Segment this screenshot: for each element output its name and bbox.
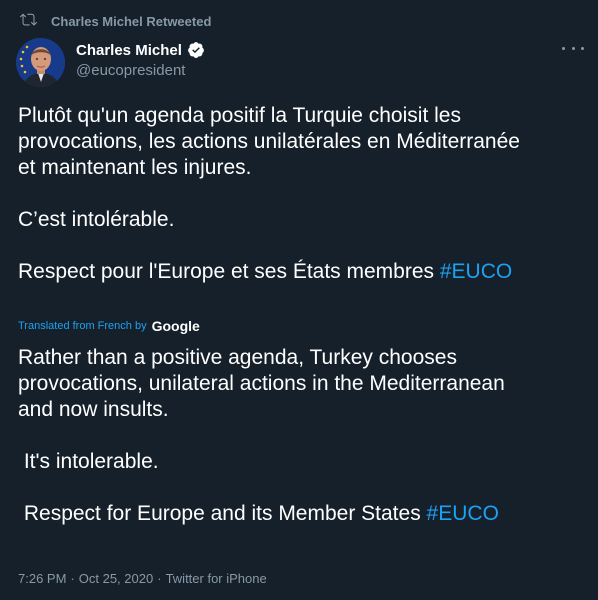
translation-label[interactable]: Translated from French by [18, 320, 147, 332]
tweet-original-text: Plutôt qu'un agenda positif la Turquie c… [18, 104, 520, 283]
tweet-card: Charles Michel Retweeted Charles Michel [0, 0, 598, 600]
translation-attribution: Translated from French by Google [18, 316, 200, 336]
tweet-translated-text: Rather than a positive agenda, Turkey ch… [18, 346, 505, 525]
retweet-label: Charles Michel Retweeted [51, 13, 212, 29]
verified-badge-icon [187, 41, 205, 59]
google-logo: Google [151, 318, 200, 334]
retweet-indicator[interactable]: Charles Michel Retweeted [20, 11, 211, 31]
display-name[interactable]: Charles Michel [76, 42, 182, 59]
meta-separator: · [157, 570, 162, 586]
hashtag-link[interactable]: #EUCO [427, 502, 499, 525]
avatar-portrait [16, 38, 65, 87]
meta-separator: · [70, 570, 75, 586]
tweet-metadata: 7:26 PM · Oct 25, 2020 · Twitter for iPh… [18, 568, 267, 588]
user-handle[interactable]: @eucopresident [76, 62, 205, 79]
more-options-icon[interactable] [562, 40, 584, 56]
retweet-icon [20, 11, 37, 31]
user-block: Charles Michel @eucopresident [76, 40, 205, 79]
tweet-date[interactable]: Oct 25, 2020 [79, 571, 153, 586]
hashtag-link[interactable]: #EUCO [440, 260, 512, 283]
tweet-time[interactable]: 7:26 PM [18, 571, 66, 586]
avatar[interactable] [16, 38, 65, 87]
tweet-source[interactable]: Twitter for iPhone [166, 571, 267, 586]
